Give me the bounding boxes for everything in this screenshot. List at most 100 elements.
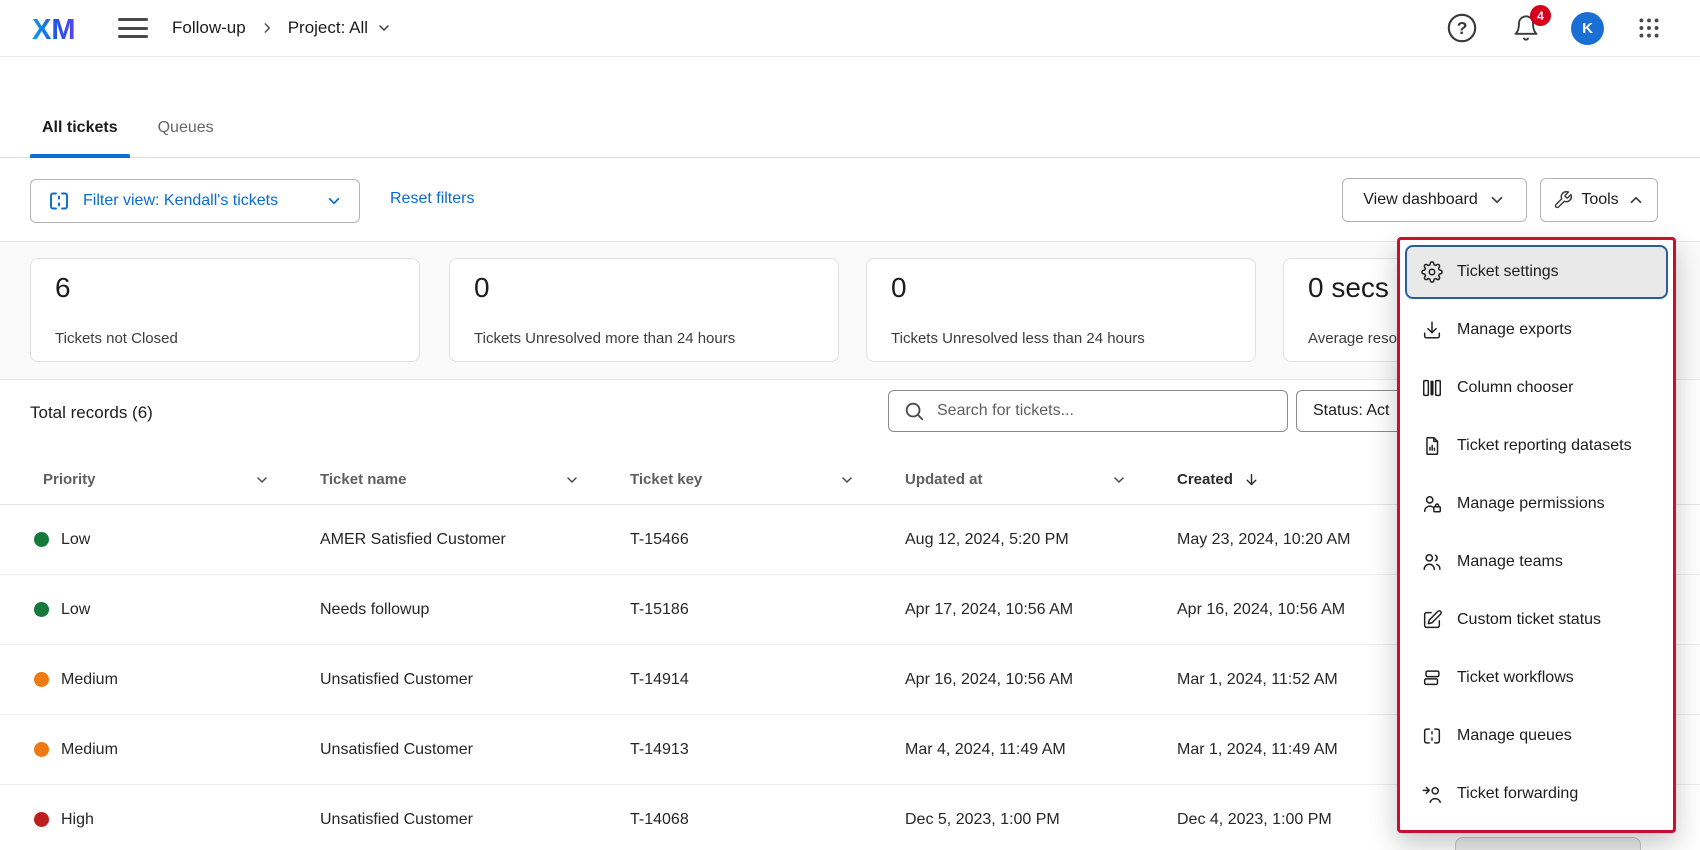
stat-card-unresolved-less-24h: 0 Tickets Unresolved less than 24 hours [866,258,1256,362]
column-header-updated-at[interactable]: Updated at [905,471,1177,488]
stacked-cards-icon [1419,667,1445,689]
priority-dot-low [34,532,49,547]
top-navigation-bar: XM Follow-up Project: All ? [0,0,1700,57]
columns-icon [1419,377,1445,399]
column-label: Updated at [905,471,983,488]
total-records-label: Total records (6) [30,403,153,423]
tools-label: Tools [1581,191,1618,209]
user-avatar[interactable]: K [1571,12,1604,45]
chevron-down-icon [1111,472,1127,488]
menu-item-label: Column chooser [1457,379,1574,397]
menu-item-ticket-reporting-datasets[interactable]: Ticket reporting datasets [1405,419,1668,473]
stat-value: 6 [55,271,395,305]
hamburger-menu-icon[interactable] [118,18,148,38]
column-header-ticket-name[interactable]: Ticket name [320,471,630,488]
notification-count-badge: 4 [1530,5,1551,26]
tab-queues[interactable]: Queues [146,119,226,157]
stat-value: 0 [474,271,814,305]
ticket-name-cell: AMER Satisfied Customer [320,531,630,549]
wrench-icon [1553,190,1573,210]
view-dashboard-button[interactable]: View dashboard [1342,178,1527,222]
menu-item-custom-ticket-status[interactable]: Custom ticket status [1405,593,1668,647]
tab-all-tickets-label: All tickets [42,119,118,136]
apps-grid-icon[interactable] [1630,9,1668,47]
ticket-key-cell: T-14068 [630,811,905,829]
tab-all-tickets[interactable]: All tickets [30,119,130,157]
stat-value: 0 [891,271,1231,305]
person-lock-icon [1419,493,1445,515]
column-label: Ticket key [630,471,702,488]
menu-item-ticket-forwarding[interactable]: Ticket forwarding [1405,767,1668,821]
chevron-down-icon [839,472,855,488]
menu-item-label: Manage exports [1457,321,1572,339]
tab-queues-label: Queues [158,119,214,136]
gear-icon [1419,261,1445,283]
menu-item-label: Ticket reporting datasets [1457,437,1632,455]
stat-label: Tickets Unresolved less than 24 hours [891,330,1145,347]
menu-item-manage-exports[interactable]: Manage exports [1405,303,1668,357]
priority-dot-medium [34,672,49,687]
breadcrumb-chevron-icon [260,21,274,35]
xm-logo[interactable]: XM [32,11,80,45]
search-icon [903,400,925,422]
help-icon[interactable]: ? [1443,9,1481,47]
people-icon [1419,551,1445,573]
menu-item-label: Manage queues [1457,727,1572,745]
stat-card-unresolved-more-24h: 0 Tickets Unresolved more than 24 hours [449,258,839,362]
menu-item-label: Ticket workflows [1457,669,1574,687]
breadcrumb-app-label[interactable]: Follow-up [172,18,246,38]
menu-item-column-chooser[interactable]: Column chooser [1405,361,1668,415]
menu-item-manage-permissions[interactable]: Manage permissions [1405,477,1668,531]
menu-item-manage-teams[interactable]: Manage teams [1405,535,1668,589]
updated-at-cell: Dec 5, 2023, 1:00 PM [905,811,1177,829]
stat-label: Average reso [1308,330,1397,347]
ticket-name-cell: Unsatisfied Customer [320,741,630,759]
priority-dot-medium [34,742,49,757]
priority-cell: Medium [61,671,118,689]
menu-item-label: Manage teams [1457,553,1563,571]
column-label: Priority [43,471,96,488]
ticket-name-cell: Needs followup [320,601,630,619]
updated-at-cell: Mar 4, 2024, 11:49 AM [905,741,1177,759]
ticket-search [888,390,1288,432]
ticket-key-cell: T-15186 [630,601,905,619]
chevron-down-icon [1488,191,1506,209]
priority-cell: Low [61,531,90,549]
chevron-up-icon [1627,191,1645,209]
menu-item-label: Ticket forwarding [1457,785,1578,803]
chevron-down-icon [325,192,343,210]
filter-view-dropdown[interactable]: Filter view: Kendall's tickets [30,179,360,223]
chevron-down-icon [254,472,270,488]
notifications-bell-icon[interactable]: 4 [1507,9,1545,47]
filter-view-label: Filter view: Kendall's tickets [83,192,278,210]
ticket-key-cell: T-14914 [630,671,905,689]
reset-filters-link[interactable]: Reset filters [390,190,474,208]
search-input[interactable] [925,391,1287,431]
chevron-down-icon [564,472,580,488]
sort-desc-arrow-icon [1243,471,1260,488]
filter-toolbar: Filter view: Kendall's tickets Reset fil… [0,158,1700,242]
ticket-name-cell: Unsatisfied Customer [320,671,630,689]
app-window: XM Follow-up Project: All ? [0,0,1700,850]
menu-item-label: Ticket settings [1457,263,1559,281]
topbar-actions: ? 4 K [1443,9,1668,47]
stat-label: Tickets not Closed [55,330,178,347]
column-header-priority[interactable]: Priority [0,471,320,488]
ticket-icon [1419,725,1445,747]
menu-item-manage-queues[interactable]: Manage queues [1405,709,1668,763]
priority-dot-low [34,602,49,617]
menu-item-ticket-workflows[interactable]: Ticket workflows [1405,651,1668,705]
tools-button[interactable]: Tools [1540,178,1658,222]
priority-cell: High [61,811,94,829]
tickets-tabs: All tickets Queues [0,57,1700,158]
stat-card-not-closed: 6 Tickets not Closed [30,258,420,362]
report-document-icon [1419,435,1445,457]
project-selector[interactable]: Project: All [288,18,392,38]
xm-logo-text: XM [32,14,76,45]
menu-item-ticket-settings[interactable]: Ticket settings [1405,245,1668,299]
menu-item-label: Manage permissions [1457,495,1605,513]
priority-dot-high [34,812,49,827]
edit-icon [1419,609,1445,631]
status-filter-label: Status: Act [1313,402,1389,420]
column-header-ticket-key[interactable]: Ticket key [630,471,905,488]
